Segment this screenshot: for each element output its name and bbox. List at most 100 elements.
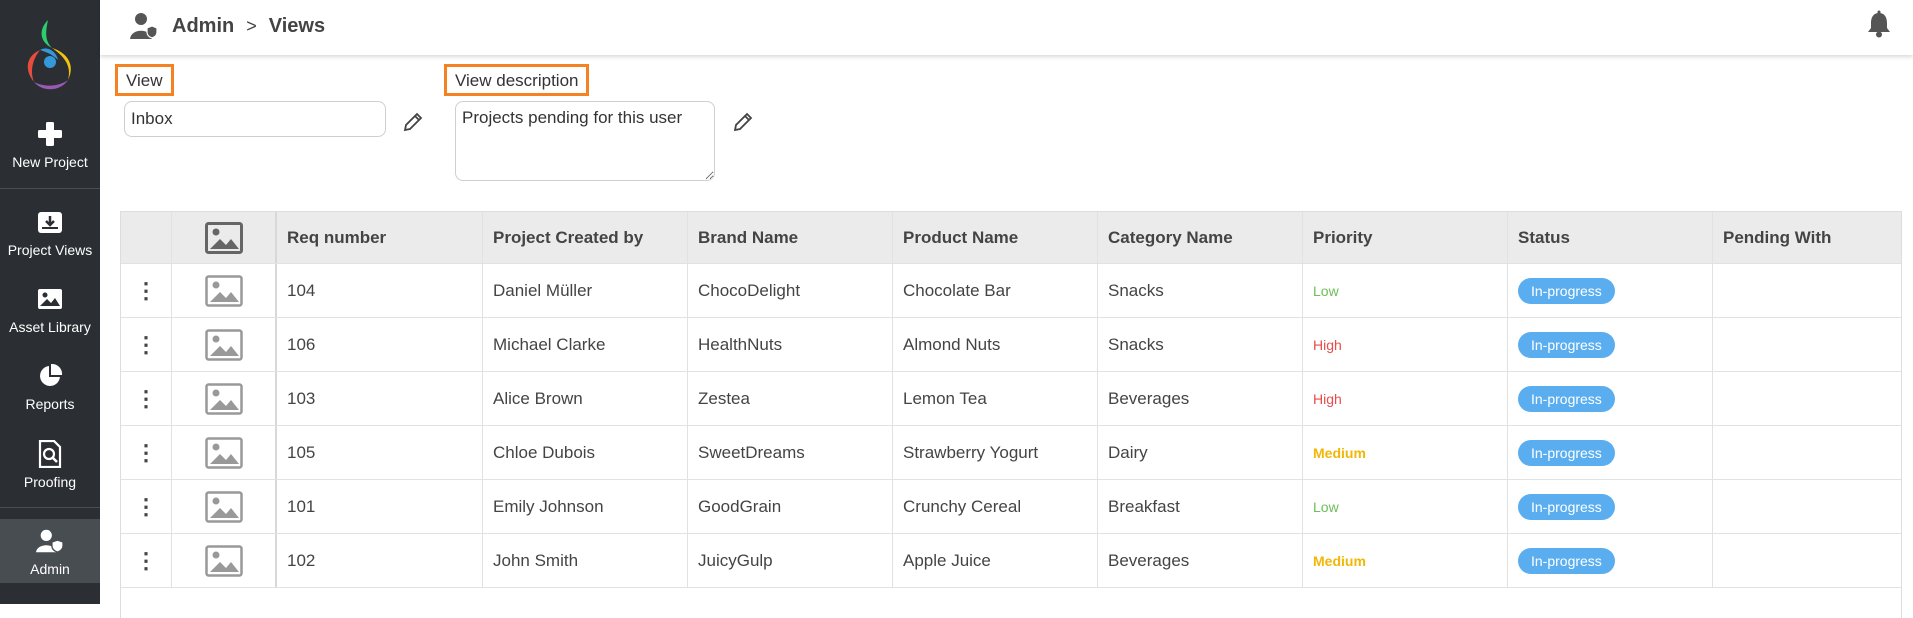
cell-req-number: 103	[277, 372, 483, 425]
cell-priority: Medium	[1303, 534, 1508, 587]
inbox-download-icon	[36, 208, 64, 236]
image-placeholder-icon[interactable]	[204, 544, 243, 577]
cell-category-name: Breakfast	[1098, 480, 1303, 533]
priority-label: Low	[1313, 498, 1339, 515]
sidebar-item-label: Project Views	[7, 242, 93, 258]
kebab-menu-icon[interactable]: ⋮	[135, 333, 157, 356]
kebab-menu-icon[interactable]: ⋮	[135, 441, 157, 464]
sidebar-item-label: Proofing	[23, 474, 77, 490]
image-placeholder-icon[interactable]	[204, 490, 243, 523]
cell-priority: High	[1303, 318, 1508, 371]
sidebar-item-admin[interactable]: Admin	[0, 519, 100, 583]
table-row[interactable]: ⋮ 105 Chloe Dubois SweetDreams Strawberr…	[121, 426, 1901, 480]
pie-chart-icon	[36, 362, 64, 390]
sidebar-item-reports[interactable]: Reports	[0, 362, 100, 412]
image-icon	[36, 285, 64, 313]
priority-label: Low	[1313, 282, 1339, 299]
header-menu-cell	[121, 212, 172, 263]
breadcrumb-admin[interactable]: Admin	[172, 15, 234, 38]
row-menu-cell: ⋮	[121, 480, 172, 533]
edit-view-pencil-icon[interactable]	[402, 111, 424, 133]
header-status[interactable]: Status	[1508, 212, 1713, 263]
cell-product-name: Crunchy Cereal	[893, 480, 1098, 533]
table-row[interactable]: ⋮ 106 Michael Clarke HealthNuts Almond N…	[121, 318, 1901, 372]
header-req-number[interactable]: Req number	[277, 212, 483, 263]
image-placeholder-icon[interactable]	[204, 274, 243, 307]
kebab-menu-icon[interactable]: ⋮	[135, 495, 157, 518]
cell-brand-name: HealthNuts	[688, 318, 893, 371]
image-placeholder-icon[interactable]	[204, 328, 243, 361]
status-badge[interactable]: In-progress	[1518, 277, 1615, 304]
cell-req-number: 104	[277, 264, 483, 317]
sidebar-item-label: Reports	[25, 396, 75, 412]
cell-created-by: John Smith	[483, 534, 688, 587]
cell-brand-name: ChocoDelight	[688, 264, 893, 317]
status-badge[interactable]: In-progress	[1518, 547, 1615, 574]
cell-brand-name: JuicyGulp	[688, 534, 893, 587]
breadcrumb-current: Views	[268, 14, 326, 37]
cell-created-by: Chloe Dubois	[483, 426, 688, 479]
table-row[interactable]: ⋮ 102 John Smith JuicyGulp Apple Juice B…	[121, 534, 1901, 588]
kebab-menu-icon[interactable]: ⋮	[135, 279, 157, 302]
header-product-name[interactable]: Product Name	[893, 212, 1098, 263]
table-row[interactable]: ⋮ 103 Alice Brown Zestea Lemon Tea Bever…	[121, 372, 1901, 426]
projects-table: Req number Project Created by Brand Name…	[120, 211, 1902, 618]
kebab-menu-icon[interactable]: ⋮	[135, 387, 157, 410]
row-menu-cell: ⋮	[121, 534, 172, 587]
top-header: Admin > Views	[100, 0, 1913, 55]
sidebar-item-asset-library[interactable]: Asset Library	[0, 285, 100, 335]
bell-icon[interactable]	[1865, 10, 1893, 38]
table-row[interactable]: ⋮ 101 Emily Johnson GoodGrain Crunchy Ce…	[121, 480, 1901, 534]
priority-label: Medium	[1313, 444, 1366, 461]
cell-category-name: Beverages	[1098, 534, 1303, 587]
row-image-cell	[172, 372, 277, 425]
sidebar-item-new-project[interactable]: New Project	[0, 120, 100, 170]
cell-created-by: Alice Brown	[483, 372, 688, 425]
header-priority[interactable]: Priority	[1303, 212, 1508, 263]
cell-pending-with	[1713, 264, 1901, 317]
row-menu-cell: ⋮	[121, 264, 172, 317]
cell-product-name: Almond Nuts	[893, 318, 1098, 371]
sidebar-divider	[0, 188, 100, 189]
cell-status: In-progress	[1508, 318, 1713, 371]
row-image-cell	[172, 480, 277, 533]
cell-req-number: 101	[277, 480, 483, 533]
cell-product-name: Chocolate Bar	[893, 264, 1098, 317]
cell-pending-with	[1713, 318, 1901, 371]
cell-priority: Low	[1303, 480, 1508, 533]
image-placeholder-icon[interactable]	[204, 436, 243, 469]
cell-status: In-progress	[1508, 372, 1713, 425]
cell-req-number: 102	[277, 534, 483, 587]
view-description-textarea[interactable]: Projects pending for this user	[455, 101, 715, 181]
breadcrumb-separator: >	[246, 15, 257, 36]
sidebar: New Project Project Views Asset Library …	[0, 0, 100, 604]
header-pending-with[interactable]: Pending With	[1713, 212, 1901, 263]
cell-product-name: Lemon Tea	[893, 372, 1098, 425]
table-header-row: Req number Project Created by Brand Name…	[121, 212, 1901, 264]
header-brand-name[interactable]: Brand Name	[688, 212, 893, 263]
edit-description-pencil-icon[interactable]	[732, 111, 754, 133]
sidebar-item-proofing[interactable]: Proofing	[0, 440, 100, 490]
view-name-input[interactable]	[124, 101, 386, 137]
header-category-name[interactable]: Category Name	[1098, 212, 1303, 263]
row-menu-cell: ⋮	[121, 318, 172, 371]
row-image-cell	[172, 426, 277, 479]
kebab-menu-icon[interactable]: ⋮	[135, 549, 157, 572]
table-row[interactable]: ⋮ 104 Daniel Müller ChocoDelight Chocola…	[121, 264, 1901, 318]
cell-priority: Low	[1303, 264, 1508, 317]
row-menu-cell: ⋮	[121, 426, 172, 479]
cell-category-name: Beverages	[1098, 372, 1303, 425]
status-badge[interactable]: In-progress	[1518, 385, 1615, 412]
status-badge[interactable]: In-progress	[1518, 331, 1615, 358]
sidebar-item-label: Admin	[30, 561, 70, 577]
priority-label: Medium	[1313, 552, 1366, 569]
status-badge[interactable]: In-progress	[1518, 493, 1615, 520]
admin-user-icon	[130, 13, 158, 39]
cell-pending-with	[1713, 480, 1901, 533]
sidebar-item-project-views[interactable]: Project Views	[0, 208, 100, 258]
image-placeholder-icon[interactable]	[204, 382, 243, 415]
row-image-cell	[172, 264, 277, 317]
header-project-created-by[interactable]: Project Created by	[483, 212, 688, 263]
admin-user-icon	[36, 527, 64, 555]
status-badge[interactable]: In-progress	[1518, 439, 1615, 466]
